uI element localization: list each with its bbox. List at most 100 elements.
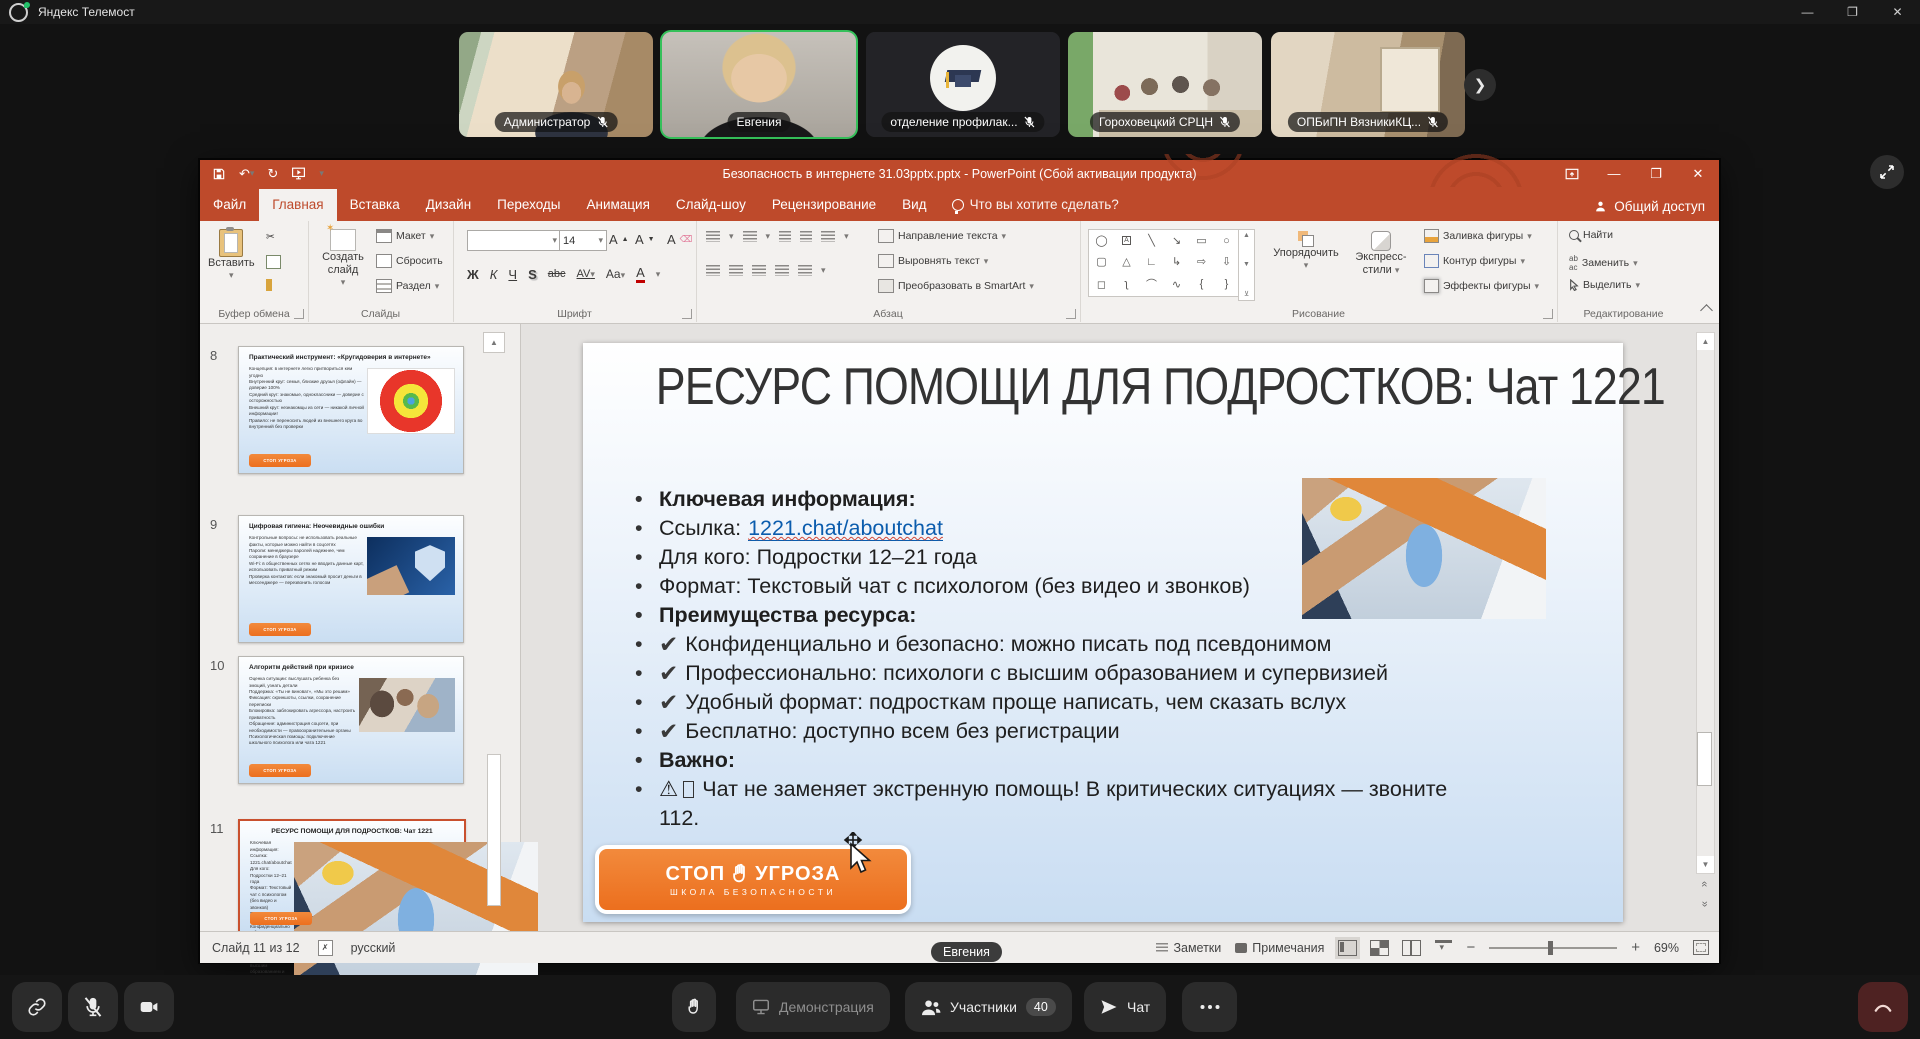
tab-animations[interactable]: Анимация — [574, 189, 663, 221]
zoom-out-button[interactable]: − — [1466, 939, 1475, 956]
align-text-button[interactable]: Выровнять текст▾ — [878, 254, 988, 268]
screen-share-button[interactable]: Демонстрация — [736, 982, 890, 1032]
shape-circle-icon[interactable]: ○ — [1223, 235, 1230, 247]
fit-slide-to-window-button[interactable] — [1693, 940, 1709, 955]
drawing-dialog-launcher[interactable] — [1543, 309, 1553, 319]
end-call-button[interactable] — [1858, 982, 1908, 1032]
normal-view-button[interactable] — [1338, 940, 1357, 956]
shape-freeform-icon[interactable]: ◻ — [1097, 278, 1106, 291]
select-button[interactable]: Выделить▾ — [1569, 279, 1640, 291]
shape-textbox-icon[interactable]: А — [1122, 236, 1131, 245]
shape-line-icon[interactable]: ╲ — [1148, 234, 1155, 247]
underline-button[interactable]: Ч — [508, 267, 517, 282]
microphone-muted-button[interactable] — [68, 982, 118, 1032]
paste-button[interactable]: Вставить▾ — [208, 229, 255, 281]
font-dialog-launcher[interactable] — [682, 309, 692, 319]
align-right-button[interactable] — [752, 265, 766, 276]
copy-button[interactable] — [266, 255, 281, 269]
panel-scroll-up-button[interactable]: ▲ — [483, 332, 505, 353]
language-indicator[interactable]: русский — [351, 941, 396, 955]
participant-tile[interactable]: Администратор — [459, 32, 653, 137]
reading-view-button[interactable] — [1402, 940, 1421, 956]
share-button[interactable]: Общий доступ — [1594, 199, 1705, 214]
scroll-down-arrow[interactable]: ▼ — [1697, 856, 1714, 873]
copy-link-button[interactable] — [12, 982, 62, 1032]
collapse-ribbon-button[interactable] — [1700, 304, 1713, 317]
participants-button[interactable]: Участники 40 — [905, 982, 1072, 1032]
ppt-restore-button[interactable]: ❐ — [1635, 160, 1677, 187]
zoom-in-button[interactable]: + — [1631, 939, 1640, 956]
shape-scribble-icon[interactable]: ʅ — [1125, 278, 1127, 290]
font-color-button[interactable]: А — [636, 265, 645, 283]
shapes-gallery-scroll[interactable]: ▲▼⊻ — [1238, 229, 1255, 301]
clear-formatting-button[interactable]: А⌫ — [667, 232, 692, 247]
camera-button[interactable] — [124, 982, 174, 1032]
scrollbar-thumb[interactable] — [1697, 732, 1712, 786]
grow-font-button[interactable]: А▲ — [609, 232, 629, 247]
align-left-button[interactable] — [706, 265, 720, 276]
redo-button[interactable]: ↻ — [267, 166, 278, 182]
font-color-caret[interactable]: ▾ — [656, 269, 661, 280]
zoom-level[interactable]: 69% — [1654, 941, 1679, 955]
tab-review[interactable]: Рецензирование — [759, 189, 889, 221]
italic-button[interactable]: К — [490, 267, 498, 282]
zoom-slider-thumb[interactable] — [1548, 941, 1553, 955]
shape-triangle-icon[interactable]: △ — [1122, 255, 1130, 268]
customize-qat-button[interactable]: ▾ — [319, 168, 324, 179]
slide-thumbnail-10[interactable]: Алгоритм действий при кризисе Оценка сит… — [238, 656, 464, 784]
tab-home-selected[interactable]: Главная — [259, 189, 336, 221]
participant-tile[interactable]: Гороховецкий СРЦН — [1068, 32, 1262, 137]
columns-button[interactable] — [798, 265, 812, 276]
shape-oval-icon[interactable]: ◯ — [1095, 234, 1107, 247]
window-close-button[interactable]: ✕ — [1875, 0, 1920, 24]
shape-rounded-rect-icon[interactable]: ▢ — [1096, 255, 1106, 268]
change-case-button[interactable]: Aa▾ — [606, 267, 625, 281]
undo-button[interactable]: ↶▾ — [239, 166, 254, 182]
tab-insert[interactable]: Вставка — [337, 189, 413, 221]
shape-elbow-icon[interactable]: ∟ — [1146, 256, 1157, 268]
notes-button[interactable]: Заметки — [1156, 941, 1221, 955]
previous-slide-button[interactable]: » — [1697, 876, 1713, 893]
tab-view[interactable]: Вид — [889, 189, 939, 221]
shape-brace-right-icon[interactable]: } — [1225, 278, 1229, 290]
shape-right-arrow-icon[interactable]: ⇨ — [1197, 255, 1206, 268]
tab-file[interactable]: Файл — [200, 189, 259, 221]
quick-styles-button[interactable]: Экспресс- стили ▾ — [1348, 231, 1414, 277]
shapes-gallery[interactable]: ◯ А ╲ ↘ ▭ ○ ▢ △ ∟ ↳ ⇨ ⇩ ◻ ʅ ⌒ ∿ { — [1088, 229, 1240, 297]
tab-design[interactable]: Дизайн — [413, 189, 484, 221]
section-button[interactable]: Раздел▾ — [376, 279, 439, 293]
shape-outline-button[interactable]: Контур фигуры▾ — [1424, 254, 1525, 268]
tab-transitions[interactable]: Переходы — [484, 189, 573, 221]
strikethrough-button[interactable]: abc — [548, 268, 566, 280]
text-shadow-button[interactable]: S — [528, 267, 537, 282]
next-participants-button[interactable]: ❯ — [1464, 69, 1496, 101]
start-slideshow-icon[interactable] — [291, 167, 306, 180]
participant-tile[interactable]: ОПБиПН ВязникиКЦ... — [1271, 32, 1465, 137]
scroll-up-arrow[interactable]: ▲ — [1697, 333, 1714, 350]
find-button[interactable]: Найти — [1569, 229, 1613, 241]
new-slide-button[interactable]: Создать слайд▾ — [314, 229, 372, 288]
slide-thumbnail-8[interactable]: Практический инструмент: «Кругидоверия в… — [238, 346, 464, 474]
shape-arc-icon[interactable]: ⌒ — [1146, 276, 1157, 292]
cut-button[interactable]: ✂ — [266, 231, 275, 243]
slide-thumbnail-11-selected[interactable]: РЕСУРС ПОМОЩИ ДЛЯ ПОДРОСТКОВ: Чат 1221 К… — [238, 819, 466, 933]
panel-scrollbar-thumb[interactable] — [487, 754, 501, 906]
bold-button[interactable]: Ж — [467, 267, 479, 282]
shape-fill-button[interactable]: Заливка фигуры▾ — [1424, 229, 1532, 243]
font-size-combo[interactable]: 14▾ — [559, 230, 607, 251]
window-minimize-button[interactable]: — — [1785, 0, 1830, 24]
vertical-scrollbar[interactable]: ▲ ▼ — [1696, 332, 1715, 874]
align-center-button[interactable] — [729, 265, 743, 276]
bullets-button[interactable] — [706, 231, 720, 242]
arrange-button[interactable]: Упорядочить▾ — [1266, 231, 1346, 271]
shape-rectangle-icon[interactable]: ▭ — [1196, 234, 1206, 247]
font-name-combo[interactable]: ▾ — [467, 230, 561, 251]
layout-button[interactable]: Макет▾ — [376, 229, 434, 243]
participant-tile[interactable]: отделение профилак... — [866, 32, 1060, 137]
participant-tile-active-speaker[interactable]: Евгения — [662, 32, 856, 137]
line-spacing-button[interactable] — [821, 231, 835, 242]
save-icon[interactable] — [212, 167, 226, 181]
slide-thumbnail-9[interactable]: Цифровая гигиена: Неочевидные ошибки Кон… — [238, 515, 464, 643]
replace-button[interactable]: abacЗаменить▾ — [1569, 254, 1638, 272]
raise-hand-button[interactable] — [672, 982, 716, 1032]
